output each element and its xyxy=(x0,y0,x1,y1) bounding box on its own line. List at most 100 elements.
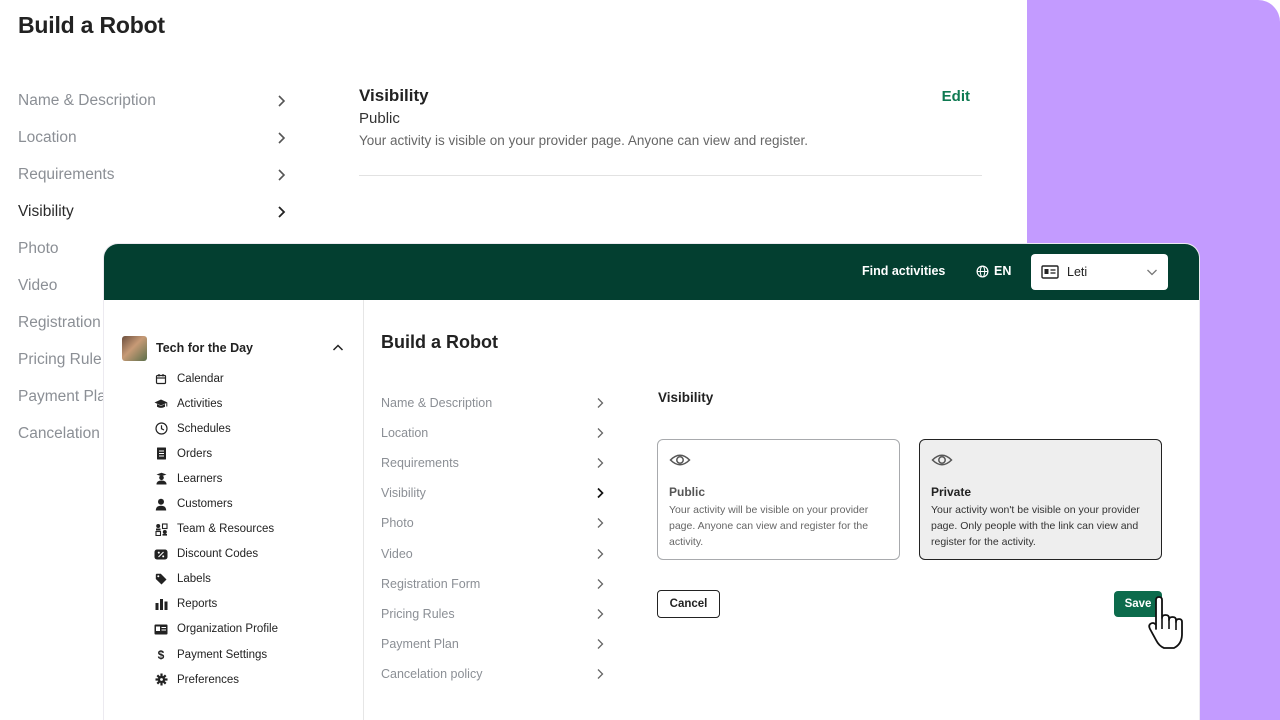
sidebar-item-schedules[interactable]: Schedules xyxy=(154,416,278,441)
chevron-right-icon xyxy=(597,578,604,589)
organization-switcher[interactable]: Tech for the Day xyxy=(122,335,344,361)
clock-icon xyxy=(154,422,168,436)
person-icon xyxy=(154,497,168,511)
receipt-icon xyxy=(154,447,168,461)
sidebar-item-label: Preferences xyxy=(177,673,240,686)
section-description: Your activity is visible on your provide… xyxy=(359,133,809,148)
chevron-right-icon xyxy=(278,168,286,181)
nav-item-label: Requirements xyxy=(381,456,459,471)
nav-item-label: Cancelation xyxy=(18,424,100,442)
nav-item-label: Photo xyxy=(381,516,414,531)
organization-avatar xyxy=(122,335,147,361)
sidebar-menu: Calendar Activities Schedules Orders Lea… xyxy=(154,366,278,692)
sidebar-item-discount-codes[interactable]: Discount Codes xyxy=(154,542,278,567)
nav-item-label: Location xyxy=(18,128,77,146)
visibility-option-private[interactable]: Private Your activity won't be visible o… xyxy=(919,439,1162,560)
visibility-option-public[interactable]: Public Your activity will be visible on … xyxy=(657,439,900,560)
section-nav-item[interactable]: Video xyxy=(381,538,606,568)
sidebar-item-team-resources[interactable]: Team & Resources xyxy=(154,517,278,542)
nav-item-label: Pricing Rule xyxy=(18,350,102,368)
id-card-icon xyxy=(154,622,168,636)
sidebar-item-preferences[interactable]: Preferences xyxy=(154,667,278,692)
page-title: Build a Robot xyxy=(381,332,498,352)
sidebar-item-label: Learners xyxy=(177,472,223,485)
section-nav-item[interactable]: Registration Form xyxy=(381,569,606,599)
section-nav-item[interactable]: Requirements xyxy=(381,448,606,478)
section-nav-item[interactable]: Pricing Rules xyxy=(381,599,606,629)
user-account-select[interactable]: Leti xyxy=(1031,254,1168,290)
sidebar-item-payment-settings[interactable]: $ Payment Settings xyxy=(154,642,278,667)
learner-icon xyxy=(154,472,168,486)
sidebar-item-organization-profile[interactable]: Organization Profile xyxy=(154,617,278,642)
nav-item-label: Registration Form xyxy=(381,576,481,591)
chevron-right-icon xyxy=(597,548,604,559)
sidebar-item-label: Calendar xyxy=(177,372,224,385)
organization-card-icon xyxy=(1041,265,1059,279)
option-description: Your activity will be visible on your pr… xyxy=(669,504,869,548)
section-nav-item[interactable]: Name & Description xyxy=(381,388,606,418)
sidebar-item-activities[interactable]: Activities xyxy=(154,391,278,416)
nav-item-label: Visibility xyxy=(18,202,74,220)
background-page-title: Build a Robot xyxy=(18,12,165,38)
bar-chart-icon xyxy=(154,597,168,611)
sidebar-item-learners[interactable]: Learners xyxy=(154,466,278,491)
nav-item-label: Name & Description xyxy=(381,396,493,411)
sidebar-item-label: Payment Settings xyxy=(177,648,268,661)
option-name: Private xyxy=(931,485,972,499)
chevron-right-icon xyxy=(597,608,604,619)
team-icon xyxy=(154,522,168,536)
find-activities-link[interactable]: Find activities xyxy=(862,264,945,278)
chevron-right-icon xyxy=(597,458,604,469)
sidebar-item-orders[interactable]: Orders xyxy=(154,441,278,466)
nav-item-label: Location xyxy=(381,426,429,441)
app-window: Find activities EN Leti Tech for the Day… xyxy=(104,244,1199,720)
section-nav: Name & Description Location Requirements… xyxy=(381,388,606,689)
discount-icon xyxy=(154,547,168,561)
background-nav-item[interactable]: Requirements xyxy=(18,156,298,193)
eye-icon xyxy=(669,454,691,466)
chevron-right-icon xyxy=(597,518,604,529)
dollar-icon: $ xyxy=(157,647,165,662)
background-nav-item[interactable]: Name & Description xyxy=(18,82,298,119)
background-nav-item-active[interactable]: Visibility xyxy=(18,193,298,230)
nav-item-label: Registration xyxy=(18,313,101,331)
globe-icon xyxy=(976,265,989,277)
sidebar-item-customers[interactable]: Customers xyxy=(154,491,278,516)
background-nav-item[interactable]: Location xyxy=(18,119,298,156)
nav-item-label: Video xyxy=(18,276,58,294)
chevron-right-icon xyxy=(278,131,286,144)
graduation-cap-icon xyxy=(154,397,168,411)
chevron-right-icon xyxy=(597,398,604,409)
background-visibility-section: Visibility Edit Public Your activity is … xyxy=(359,86,982,176)
nav-item-label: Video xyxy=(381,546,413,561)
chevron-up-icon xyxy=(332,344,344,351)
edit-link[interactable]: Edit xyxy=(942,88,970,105)
section-nav-item[interactable]: Location xyxy=(381,418,606,448)
sidebar-item-labels[interactable]: Labels xyxy=(154,567,278,592)
section-nav-item[interactable]: Cancelation policy xyxy=(381,659,606,689)
language-selector[interactable]: EN xyxy=(976,264,1011,278)
sidebar-item-label: Reports xyxy=(177,598,218,611)
cancel-button[interactable]: Cancel xyxy=(657,590,720,618)
nav-item-label: Requirements xyxy=(18,165,115,183)
section-nav-item[interactable]: Photo xyxy=(381,508,606,538)
sidebar: Tech for the Day Calendar Activities Sch… xyxy=(104,300,364,720)
nav-item-label: Payment Pla xyxy=(18,387,106,405)
chevron-right-icon xyxy=(278,94,286,107)
nav-item-label: Photo xyxy=(18,239,59,257)
sidebar-item-label: Organization Profile xyxy=(177,623,278,636)
section-title: Visibility xyxy=(359,86,429,105)
sidebar-item-label: Labels xyxy=(177,573,211,586)
hand-pointer-cursor-icon xyxy=(1148,596,1183,649)
section-nav-item[interactable]: Payment Plan xyxy=(381,629,606,659)
chevron-down-icon xyxy=(1147,269,1157,276)
top-navbar: Find activities EN Leti xyxy=(104,244,1199,300)
sidebar-item-calendar[interactable]: Calendar xyxy=(154,366,278,391)
organization-name: Tech for the Day xyxy=(156,341,254,355)
nav-item-label: Name & Description xyxy=(18,91,156,109)
nav-item-label: Pricing Rules xyxy=(381,606,455,621)
gear-icon xyxy=(154,673,168,687)
sidebar-item-reports[interactable]: Reports xyxy=(154,592,278,617)
section-nav-item-active[interactable]: Visibility xyxy=(381,478,606,508)
sidebar-item-label: Orders xyxy=(177,447,213,460)
